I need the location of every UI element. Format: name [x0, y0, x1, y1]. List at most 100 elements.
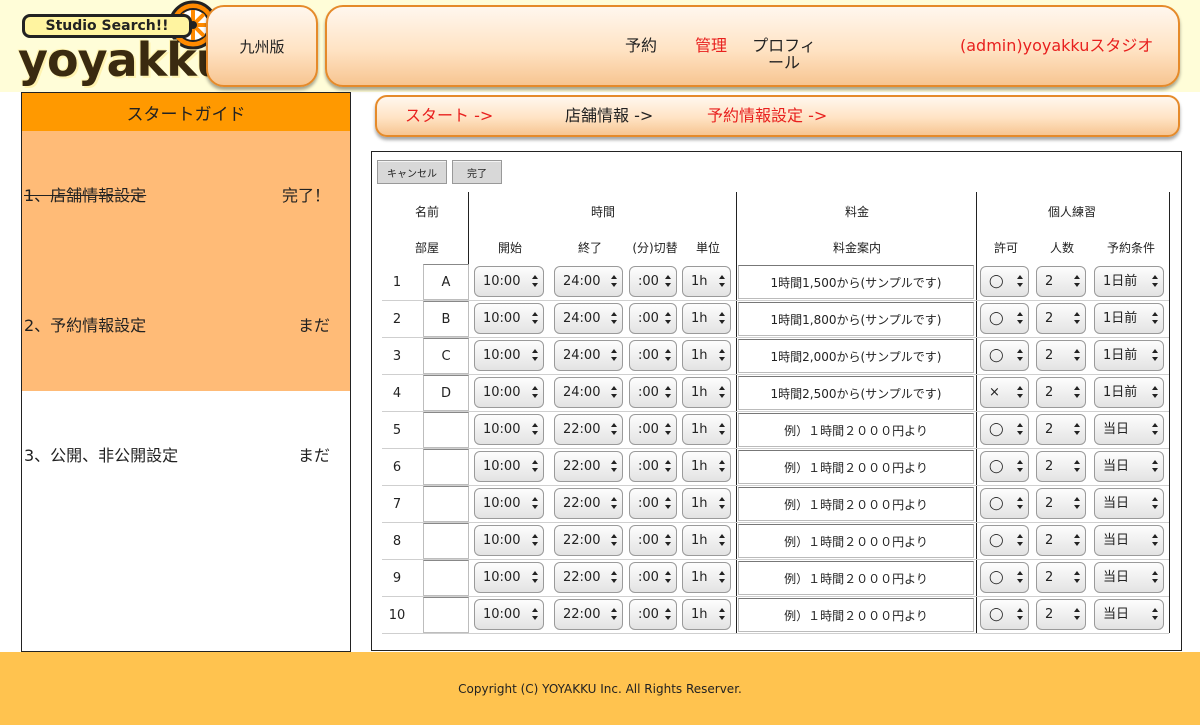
- people-select[interactable]: 2: [1036, 488, 1086, 519]
- switch-minute-select[interactable]: :00: [629, 525, 677, 556]
- switch-minute-select[interactable]: :00: [629, 451, 677, 482]
- people-select[interactable]: 2: [1036, 451, 1086, 482]
- condition-select[interactable]: 当日: [1094, 414, 1164, 445]
- start-time-select[interactable]: 10:00: [474, 340, 544, 371]
- nav-reserve-link[interactable]: 予約: [625, 37, 657, 54]
- switch-minute-select[interactable]: :00: [629, 303, 677, 334]
- fee-guide-input[interactable]: 1時間1,500から(サンプルです): [738, 265, 974, 299]
- people-select[interactable]: 2: [1036, 599, 1086, 630]
- condition-select[interactable]: 1日前: [1094, 340, 1164, 371]
- permit-select[interactable]: ◯: [980, 525, 1029, 556]
- permit-select[interactable]: ◯: [980, 340, 1029, 371]
- start-time-select[interactable]: 10:00: [474, 488, 544, 519]
- start-time-select[interactable]: 10:00: [474, 599, 544, 630]
- fee-guide-input[interactable]: 1時間2,500から(サンプルです): [738, 376, 974, 410]
- permit-select[interactable]: ◯: [980, 266, 1029, 297]
- step-start[interactable]: スタート ->: [405, 97, 493, 135]
- start-time-select[interactable]: 10:00: [474, 562, 544, 593]
- room-name-input[interactable]: [423, 412, 469, 448]
- fee-guide-input[interactable]: 1時間2,000から(サンプルです): [738, 339, 974, 373]
- start-time-select[interactable]: 10:00: [474, 414, 544, 445]
- condition-select[interactable]: 当日: [1094, 488, 1164, 519]
- room-name-input[interactable]: [423, 597, 469, 633]
- fee-guide-input[interactable]: 例）１時間２０００円より: [738, 561, 974, 595]
- unit-select[interactable]: 1h: [682, 340, 731, 371]
- people-select[interactable]: 2: [1036, 377, 1086, 408]
- room-name-input[interactable]: D: [423, 375, 469, 411]
- permit-select[interactable]: ◯: [980, 414, 1029, 445]
- condition-select[interactable]: 当日: [1094, 451, 1164, 482]
- done-button[interactable]: 完了: [452, 160, 502, 184]
- permit-select[interactable]: ◯: [980, 303, 1029, 334]
- start-time-select[interactable]: 10:00: [474, 525, 544, 556]
- end-time-select[interactable]: 24:00: [554, 377, 623, 408]
- room-name-input[interactable]: [423, 560, 469, 596]
- nav-user-link[interactable]: (admin)yoyakkuスタジオ: [960, 37, 1153, 54]
- end-time-select[interactable]: 22:00: [554, 599, 623, 630]
- condition-select[interactable]: 1日前: [1094, 266, 1164, 297]
- permit-select[interactable]: ◯: [980, 599, 1029, 630]
- unit-select[interactable]: 1h: [682, 562, 731, 593]
- end-time-select[interactable]: 22:00: [554, 562, 623, 593]
- end-time-select[interactable]: 22:00: [554, 414, 623, 445]
- unit-select[interactable]: 1h: [682, 377, 731, 408]
- switch-minute-select[interactable]: :00: [629, 266, 677, 297]
- unit-select[interactable]: 1h: [682, 599, 731, 630]
- cancel-button[interactable]: キャンセル: [377, 160, 447, 184]
- condition-select[interactable]: 当日: [1094, 599, 1164, 630]
- fee-guide-input[interactable]: 1時間1,800から(サンプルです): [738, 302, 974, 336]
- start-time-select[interactable]: 10:00: [474, 266, 544, 297]
- guide-step-shop[interactable]: 1、店舗情報設定 完了！: [22, 131, 350, 261]
- switch-minute-select[interactable]: :00: [629, 562, 677, 593]
- unit-select[interactable]: 1h: [682, 266, 731, 297]
- start-time-select[interactable]: 10:00: [474, 451, 544, 482]
- end-time-select[interactable]: 22:00: [554, 525, 623, 556]
- step-reserve-settings[interactable]: 予約情報設定 ->: [707, 97, 827, 135]
- end-time-select[interactable]: 24:00: [554, 303, 623, 334]
- switch-minute-select[interactable]: :00: [629, 599, 677, 630]
- permit-select[interactable]: ◯: [980, 488, 1029, 519]
- switch-minute-select[interactable]: :00: [629, 377, 677, 408]
- condition-select[interactable]: 当日: [1094, 525, 1164, 556]
- condition-select[interactable]: 1日前: [1094, 377, 1164, 408]
- start-time-select[interactable]: 10:00: [474, 377, 544, 408]
- nav-profile-link[interactable]: プロフィ ール: [751, 37, 817, 71]
- fee-guide-input[interactable]: 例）１時間２０００円より: [738, 413, 974, 447]
- switch-minute-select[interactable]: :00: [629, 340, 677, 371]
- end-time-select[interactable]: 24:00: [554, 266, 623, 297]
- end-time-select[interactable]: 24:00: [554, 340, 623, 371]
- condition-select[interactable]: 当日: [1094, 562, 1164, 593]
- room-name-input[interactable]: A: [423, 264, 469, 300]
- end-time-select[interactable]: 22:00: [554, 488, 623, 519]
- unit-select[interactable]: 1h: [682, 488, 731, 519]
- room-name-input[interactable]: [423, 523, 469, 559]
- start-time-select[interactable]: 10:00: [474, 303, 544, 334]
- room-name-input[interactable]: C: [423, 338, 469, 374]
- logo[interactable]: Studio Search!! yoyakku: [18, 0, 229, 88]
- fee-guide-input[interactable]: 例）１時間２０００円より: [738, 598, 974, 632]
- guide-step-publish[interactable]: 3、公開、非公開設定 まだ: [22, 391, 350, 521]
- room-name-input[interactable]: [423, 449, 469, 485]
- guide-step-reserve[interactable]: 2、予約情報設定 まだ: [22, 261, 350, 391]
- room-name-input[interactable]: B: [423, 301, 469, 337]
- condition-select[interactable]: 1日前: [1094, 303, 1164, 334]
- unit-select[interactable]: 1h: [682, 414, 731, 445]
- people-select[interactable]: 2: [1036, 266, 1086, 297]
- permit-select[interactable]: ×: [980, 377, 1029, 408]
- people-select[interactable]: 2: [1036, 525, 1086, 556]
- unit-select[interactable]: 1h: [682, 451, 731, 482]
- end-time-select[interactable]: 22:00: [554, 451, 623, 482]
- people-select[interactable]: 2: [1036, 414, 1086, 445]
- unit-select[interactable]: 1h: [682, 525, 731, 556]
- region-button[interactable]: 九州版: [206, 5, 318, 87]
- fee-guide-input[interactable]: 例）１時間２０００円より: [738, 450, 974, 484]
- switch-minute-select[interactable]: :00: [629, 414, 677, 445]
- unit-select[interactable]: 1h: [682, 303, 731, 334]
- room-name-input[interactable]: [423, 486, 469, 522]
- fee-guide-input[interactable]: 例）１時間２０００円より: [738, 487, 974, 521]
- people-select[interactable]: 2: [1036, 562, 1086, 593]
- nav-manage-link[interactable]: 管理: [695, 37, 727, 54]
- switch-minute-select[interactable]: :00: [629, 488, 677, 519]
- people-select[interactable]: 2: [1036, 303, 1086, 334]
- step-shop-info[interactable]: 店舗情報 ->: [565, 97, 653, 135]
